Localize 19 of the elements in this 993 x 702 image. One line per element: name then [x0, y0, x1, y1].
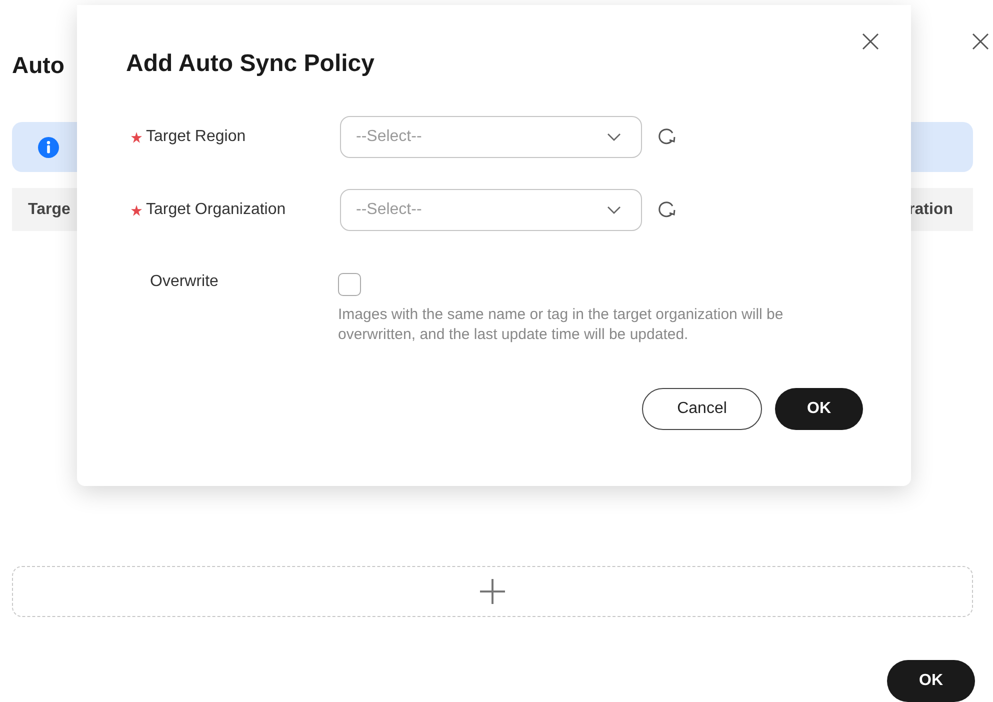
dialog-close-button[interactable]: [862, 33, 879, 50]
field-label: Target Region: [146, 128, 246, 146]
close-icon: [862, 33, 879, 50]
chevron-down-icon: [607, 206, 621, 214]
field-label: Overwrite: [150, 273, 218, 291]
field-label: Target Organization: [146, 201, 286, 219]
help-text: Images with the same name or tag in the target organization will be overwritten, and the last update time will be updated.: [338, 305, 784, 345]
checkbox[interactable]: [338, 273, 361, 296]
plus-icon: [480, 579, 505, 604]
page-title: Auto: [12, 52, 64, 78]
dialog-title: Add Auto Sync Policy: [126, 50, 376, 78]
column-header: Targe: [28, 200, 70, 218]
info-icon: [38, 136, 59, 158]
close-icon: [972, 33, 989, 50]
close-button[interactable]: [972, 33, 989, 50]
chevron-down-icon: [607, 133, 621, 141]
ok-button[interactable]: OK: [887, 660, 975, 702]
cancel-button[interactable]: Cancel: [642, 388, 762, 430]
ok-button[interactable]: OK: [775, 388, 863, 430]
